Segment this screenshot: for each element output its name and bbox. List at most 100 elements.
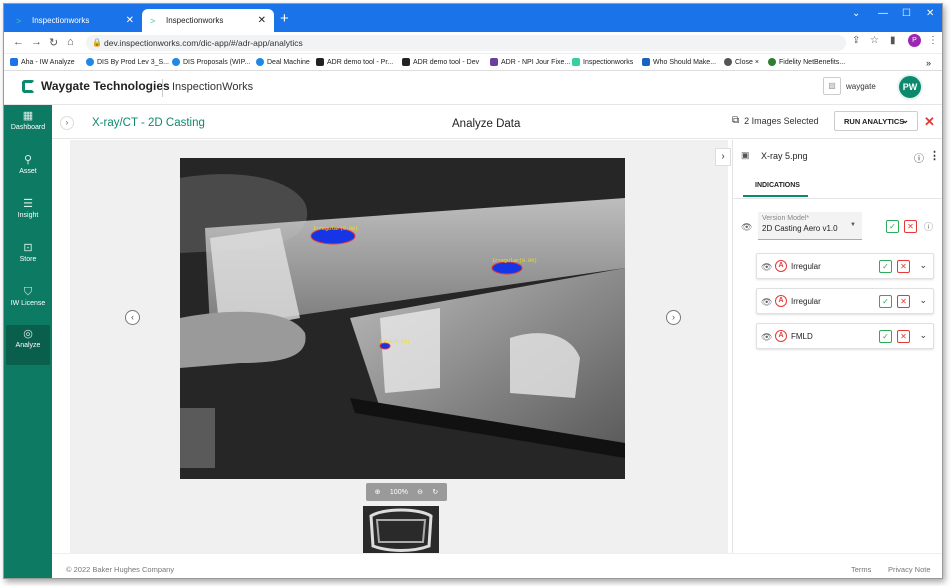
more-options-icon[interactable]: ⋮ (929, 149, 940, 162)
indication-card[interactable]: 👁 A FMLD ✓ ✕ ⌄ (756, 323, 934, 349)
bookmark-favicon-icon (402, 58, 410, 66)
info-icon[interactable]: ⓘ (914, 150, 924, 165)
reject-icon[interactable]: ✕ (897, 260, 910, 273)
sidebar-item-dashboard[interactable]: ▦ Dashboard (6, 107, 50, 147)
zoom-in-icon[interactable]: ⊕ (375, 488, 381, 496)
indication-card[interactable]: 👁 A Irregular ✓ ✕ ⌄ (756, 253, 934, 279)
sidebar-item-asset[interactable]: ⚲ Asset (6, 151, 50, 191)
chevron-down-icon[interactable]: ⌄ (919, 295, 927, 306)
bookmark-item[interactable]: Close × (724, 58, 759, 66)
zoom-level: 100% (389, 488, 408, 496)
bookmark-item[interactable]: Aha - IW Analyze (10, 58, 75, 66)
bookmark-item[interactable]: Deal Machine (256, 58, 310, 66)
back-icon[interactable]: ← (13, 36, 24, 48)
browser-tab-1[interactable]: > Inspectionworks ✕ (8, 9, 142, 32)
image-filename: X-ray 5.png (761, 151, 808, 161)
tab-indications[interactable]: INDICATIONS (743, 177, 808, 197)
reject-icon[interactable]: ✕ (897, 295, 910, 308)
next-image-button[interactable]: › (666, 310, 681, 325)
close-window-icon[interactable]: ✕ (926, 8, 934, 19)
share-icon[interactable]: ⇪ (852, 35, 860, 46)
chevron-down-icon[interactable]: ⌄ (919, 330, 927, 341)
reject-icon[interactable]: ✕ (897, 330, 910, 343)
bookmark-item[interactable]: Who Should Make... (642, 58, 716, 66)
chevron-down-icon: ⌄ (901, 115, 909, 125)
copyright: © 2022 Baker Hughes Company (66, 565, 175, 574)
chevron-down-icon[interactable]: ⌄ (919, 260, 927, 271)
sidebar-item-iw-license[interactable]: ⛉ IW License (6, 283, 50, 323)
sidebar-item-store[interactable]: ⊡ Store (6, 239, 50, 279)
run-analytics-button[interactable]: RUN ANALYTICS ⌄ (834, 111, 918, 131)
user-avatar[interactable]: PW (897, 74, 923, 100)
chevron-down-icon[interactable]: ⌄ (852, 8, 860, 19)
star-icon[interactable]: ☆ (870, 35, 879, 46)
browser-tab-2[interactable]: > Inspectionworks ✕ (142, 9, 274, 32)
info-icon[interactable]: ⓘ (924, 220, 933, 233)
accept-icon[interactable]: ✓ (879, 260, 892, 273)
org-logo-icon: ▨ (823, 77, 841, 95)
indication-card[interactable]: 👁 A Irregular ✓ ✕ ⌄ (756, 288, 934, 314)
bookmark-item[interactable]: DIS By Prod Lev 3_S... (86, 58, 169, 66)
images-selected[interactable]: ⧉ 2 Images Selected (732, 115, 819, 126)
dropdown-arrow-icon: ▼ (850, 222, 856, 228)
bookmark-item[interactable]: DIS Proposals (WIP... (172, 58, 250, 66)
sidebar-collapse-button[interactable]: › (60, 116, 74, 130)
more-bookmarks-icon[interactable]: » (926, 58, 931, 68)
reject-icon[interactable]: ✕ (904, 220, 917, 233)
profile-avatar[interactable]: P (908, 34, 921, 47)
accept-icon[interactable]: ✓ (879, 330, 892, 343)
eye-icon[interactable]: 👁 (741, 222, 752, 233)
xray-image-graphic: Irregular(0.98) Irregular(0.99) FMLD(0.9… (180, 158, 625, 479)
accept-icon[interactable]: ✓ (886, 220, 899, 233)
bookmark-item[interactable]: ADR demo tool - Dev (402, 58, 479, 66)
close-tab-icon[interactable]: ✕ (258, 15, 266, 26)
analyze-icon: ◎ (23, 328, 33, 340)
sidebar-item-insight[interactable]: ☰ Insight (6, 195, 50, 235)
bookmark-favicon-icon (316, 58, 324, 66)
indication-label: Irregular (791, 297, 821, 306)
home-icon[interactable]: ⌂ (67, 36, 74, 48)
insight-icon: ☰ (23, 198, 33, 210)
reload-icon[interactable]: ↻ (49, 36, 58, 49)
header-divider (162, 79, 163, 97)
details-panel: ▣ X-ray 5.png ⓘ ⋮ INDICATIONS 👁 Version … (732, 140, 942, 553)
version-model-select[interactable]: Version Model* 2D Casting Aero v1.0 ▼ (758, 212, 862, 240)
rotate-icon[interactable]: ↻ (432, 488, 438, 496)
expand-panel-button[interactable]: › (715, 148, 731, 166)
auto-detected-icon: A (775, 330, 787, 342)
url-field[interactable]: 🔒 dev.inspectionworks.com/dic-app/#/adr-… (86, 35, 846, 51)
bookmark-item[interactable]: Fidelity NetBenefits... (768, 58, 845, 66)
bookmark-item[interactable]: ADR demo tool - Pr... (316, 58, 393, 66)
menu-icon[interactable]: ⋮ (928, 35, 938, 46)
bookmark-favicon-icon (86, 58, 94, 66)
sidebar-item-label: Dashboard (10, 124, 46, 131)
breadcrumb[interactable]: X-ray/CT - 2D Casting (92, 117, 205, 129)
forward-icon[interactable]: → (31, 36, 42, 48)
maximize-icon[interactable]: ☐ (902, 8, 911, 19)
eye-icon[interactable]: 👁 (761, 262, 772, 273)
minimize-icon[interactable]: — (878, 8, 888, 19)
sidebar-item-analyze[interactable]: ◎ Analyze (6, 325, 50, 365)
bookmark-item[interactable]: ADR - NPI Jour Fixe... (490, 58, 570, 66)
previous-image-button[interactable]: ‹ (125, 310, 140, 325)
app-header: Waygate Technologies InspectionWorks ▨ w… (4, 71, 942, 105)
xray-image[interactable]: Irregular(0.98) Irregular(0.99) FMLD(0.9… (180, 158, 625, 479)
brand-logo[interactable]: Waygate Technologies (22, 79, 170, 93)
eye-icon[interactable]: 👁 (761, 297, 772, 308)
inspectionworks-favicon-icon: > (150, 15, 156, 26)
close-tab-icon[interactable]: ✕ (126, 15, 134, 26)
page-toolbar: X-ray/CT - 2D Casting Analyze Data ⧉ 2 I… (52, 105, 942, 139)
bookmark-favicon-icon (768, 58, 776, 66)
sidepanel-icon[interactable]: ▮ (890, 35, 896, 46)
image-thumbnail[interactable] (363, 506, 439, 553)
accept-icon[interactable]: ✓ (879, 295, 892, 308)
bookmark-item[interactable]: Inspectionworks (572, 58, 633, 66)
sidebar: ▦ Dashboard ⚲ Asset ☰ Insight ⊡ Store ⛉ … (4, 105, 52, 578)
close-icon[interactable]: ✕ (924, 114, 935, 130)
indication-label: Irregular (791, 262, 821, 271)
eye-icon[interactable]: 👁 (761, 332, 772, 343)
terms-link[interactable]: Terms (851, 565, 871, 574)
new-tab-button[interactable]: + (280, 10, 289, 27)
zoom-out-icon[interactable]: ⊖ (417, 488, 423, 496)
privacy-link[interactable]: Privacy Note (888, 565, 931, 574)
